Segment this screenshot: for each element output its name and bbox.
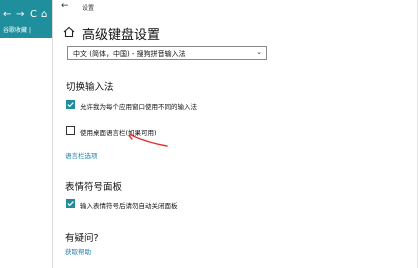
dropdown-selected-value: 中文 (简体，中国) - 搜狗拼音输入法 — [73, 50, 186, 58]
page-title: 高级键盘设置 — [82, 28, 161, 43]
back-arrow-icon[interactable]: ← — [61, 1, 69, 11]
check-icon — [67, 102, 74, 108]
background-browser-window: ← → C ⌂ 谷歌收藏 | — [0, 0, 53, 268]
help-section-title: 有疑问? — [65, 233, 99, 244]
emoji-panel-checkbox[interactable] — [66, 199, 75, 208]
browser-back-icon[interactable]: ← — [3, 9, 11, 20]
browser-home-icon[interactable]: ⌂ — [41, 9, 47, 20]
browser-toolbar: ← → C ⌂ 谷歌收藏 | — [0, 0, 53, 38]
home-icon — [63, 26, 75, 38]
annotation-arrow-icon — [128, 133, 168, 147]
browser-refresh-icon[interactable]: C — [30, 9, 37, 20]
chevron-down-icon: ⌄ — [256, 48, 262, 56]
emoji-panel-section-title: 表情符号面板 — [65, 182, 123, 193]
switch-input-section-title: 切换输入法 — [66, 82, 114, 93]
input-method-dropdown[interactable]: 中文 (简体，中国) - 搜狗拼音输入法 ⌄ — [67, 46, 267, 60]
app-title: 设置 — [82, 5, 95, 12]
desktop-language-bar-checkbox[interactable] — [66, 126, 75, 135]
settings-window: ← 设置 高级键盘设置 中文 (简体，中国) - 搜狗拼音输入法 ⌄ 切换输入法… — [53, 0, 418, 268]
title-bar: ← 设置 — [53, 0, 418, 14]
bookmark-separator: | — [28, 27, 31, 34]
browser-bookmark[interactable]: 谷歌收藏 | — [3, 25, 31, 34]
per-app-input-label: 允许我为每个应用窗口使用不同的输入法 — [80, 103, 197, 111]
emoji-panel-label: 输入表情符号后请勿自动关闭面板 — [80, 202, 178, 210]
check-icon — [67, 201, 74, 207]
per-app-input-checkbox[interactable] — [66, 100, 75, 109]
browser-forward-icon[interactable]: → — [16, 9, 24, 20]
bookmark-label: 谷歌收藏 — [3, 27, 28, 34]
language-bar-options-link[interactable]: 语言栏选项 — [65, 150, 98, 160]
get-help-link[interactable]: 获取帮助 — [65, 246, 91, 256]
